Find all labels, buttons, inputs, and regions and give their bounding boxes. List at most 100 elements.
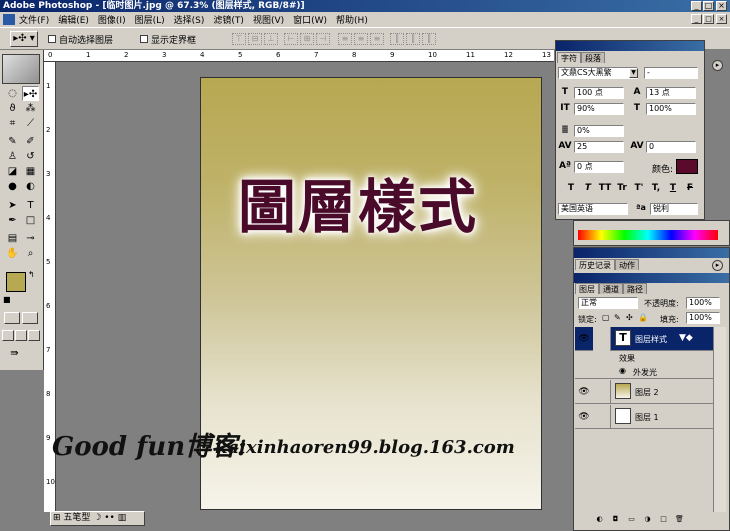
- screen-mode-standard-icon[interactable]: [2, 330, 14, 341]
- align-left-icon[interactable]: ⊢: [284, 33, 298, 45]
- maximize-button[interactable]: □: [703, 1, 714, 11]
- layer-name[interactable]: 图层 2: [635, 387, 659, 398]
- tab-paths[interactable]: 路径: [623, 283, 647, 294]
- chevron-down-icon[interactable]: ▼: [629, 68, 638, 78]
- superscript-button[interactable]: T': [632, 183, 646, 193]
- menu-image[interactable]: 图像(I): [98, 13, 126, 26]
- foreground-color-swatch[interactable]: [6, 272, 26, 292]
- quickmask-mode-icon[interactable]: [22, 312, 38, 324]
- clone-stamp-icon[interactable]: ♙: [4, 149, 21, 164]
- small-caps-button[interactable]: Tr: [615, 183, 629, 193]
- adobe-online-icon[interactable]: [2, 54, 40, 84]
- gradient-tool-icon[interactable]: ▦: [22, 164, 39, 179]
- fx-indicator-icon[interactable]: ▼◆: [679, 333, 693, 343]
- tab-actions[interactable]: 动作: [615, 259, 639, 270]
- eye-icon[interactable]: 👁: [576, 412, 592, 422]
- menu-file[interactable]: 文件(F): [19, 13, 49, 26]
- menu-layer[interactable]: 图层(L): [135, 13, 165, 26]
- delete-layer-icon[interactable]: 🗑: [674, 514, 685, 524]
- standard-mode-icon[interactable]: [4, 312, 20, 324]
- distribute-bottom-icon[interactable]: ≡: [370, 33, 384, 45]
- faux-bold-button[interactable]: T: [564, 183, 578, 193]
- show-bounds-checkbox[interactable]: [140, 35, 148, 43]
- default-colors-icon[interactable]: ■: [3, 295, 11, 304]
- layer-outer-glow-row[interactable]: ◉ 外发光: [575, 365, 713, 379]
- lock-position-icon[interactable]: ✣: [626, 313, 633, 322]
- layer-row-layer-style[interactable]: 👁 T 图层样式 ▼◆: [575, 327, 713, 351]
- character-panel-titlebar[interactable]: [556, 41, 704, 51]
- jump-to-imageready-icon[interactable]: ⇛: [6, 346, 23, 361]
- tab-history[interactable]: 历史记录: [575, 259, 615, 270]
- lock-transparency-icon[interactable]: ▢: [602, 313, 610, 322]
- screen-mode-full-icon[interactable]: [28, 330, 40, 341]
- screen-mode-full-menu-icon[interactable]: [15, 330, 27, 341]
- new-set-icon[interactable]: ▭: [626, 514, 637, 524]
- distribute-left-icon[interactable]: ║: [390, 33, 404, 45]
- baseline-shift-field[interactable]: 0 点: [574, 161, 624, 173]
- menu-window[interactable]: 窗口(W): [293, 13, 327, 26]
- lock-all-icon[interactable]: 🔒: [638, 313, 648, 322]
- eyedropper-icon[interactable]: ⊸: [22, 231, 39, 246]
- kerning-field[interactable]: 0: [646, 141, 696, 153]
- notes-tool-icon[interactable]: ▤: [4, 231, 21, 246]
- distribute-hcenter-icon[interactable]: ║: [406, 33, 420, 45]
- minimize-button[interactable]: _: [691, 1, 702, 11]
- all-caps-button[interactable]: TT: [598, 183, 612, 193]
- vertical-scale-field[interactable]: 90%: [574, 103, 624, 115]
- distribute-top-icon[interactable]: ≡: [338, 33, 352, 45]
- tab-layers[interactable]: 图层: [575, 283, 599, 294]
- menu-select[interactable]: 选择(S): [174, 13, 205, 26]
- doc-minimize-button[interactable]: _: [691, 14, 702, 24]
- leading-field[interactable]: 13 点: [646, 87, 696, 99]
- menu-view[interactable]: 视图(V): [253, 13, 284, 26]
- crop-tool-icon[interactable]: ⌗: [4, 116, 21, 131]
- brush-tool-icon[interactable]: ✐: [22, 134, 39, 149]
- font-size-field[interactable]: 100 点: [574, 87, 624, 99]
- layer-name[interactable]: 图层样式: [635, 334, 667, 345]
- distribute-right-icon[interactable]: ║: [422, 33, 436, 45]
- layer-row-layer-1[interactable]: 👁 图层 1: [575, 405, 713, 429]
- new-layer-icon[interactable]: □: [658, 514, 669, 524]
- underline-button[interactable]: T: [666, 183, 680, 193]
- menu-filter[interactable]: 滤镜(T): [213, 13, 244, 26]
- tab-character[interactable]: 字符: [557, 52, 581, 63]
- dodge-tool-icon[interactable]: ◐: [22, 179, 39, 194]
- layers-subtitlebar[interactable]: [574, 273, 729, 283]
- panel-menu-icon[interactable]: ▸: [712, 60, 723, 71]
- auto-select-checkbox[interactable]: [48, 35, 56, 43]
- marquee-tool-icon[interactable]: ◌: [4, 86, 21, 101]
- color-spectrum[interactable]: [578, 230, 718, 240]
- lock-pixels-icon[interactable]: ✎: [614, 313, 621, 322]
- lasso-tool-icon[interactable]: ϑ: [4, 101, 21, 116]
- align-hcenter-icon[interactable]: ⊞: [300, 33, 314, 45]
- effect-visibility-icon[interactable]: ◉: [619, 366, 626, 375]
- doc-close-button[interactable]: ×: [716, 14, 727, 24]
- align-top-icon[interactable]: ⊤: [232, 33, 246, 45]
- ime-statusbar[interactable]: ⊞ 五笔型 ☽ •• ▥: [50, 511, 145, 526]
- close-button[interactable]: ×: [716, 1, 727, 11]
- eye-icon[interactable]: 👁: [576, 387, 592, 397]
- healing-brush-icon[interactable]: ✎: [4, 134, 21, 149]
- layers-panel-titlebar[interactable]: [574, 248, 729, 258]
- layers-scrollbar[interactable]: [713, 327, 726, 512]
- path-select-icon[interactable]: ➤: [4, 198, 21, 213]
- horizontal-scale-field[interactable]: 100%: [646, 103, 696, 115]
- align-bottom-icon[interactable]: ⊥: [264, 33, 278, 45]
- zoom-tool-icon[interactable]: ⌕: [22, 246, 39, 261]
- panel-menu-icon[interactable]: ▸: [712, 260, 723, 271]
- layer-effects-row[interactable]: 效果: [575, 351, 713, 365]
- faux-italic-button[interactable]: T: [581, 183, 595, 193]
- add-mask-icon[interactable]: ◘: [610, 514, 621, 524]
- font-family-select[interactable]: 文鼎CS大黑繁: [558, 67, 638, 79]
- document-heading-text[interactable]: 圖層樣式: [238, 160, 478, 244]
- layer-style-icon[interactable]: ◐: [594, 514, 605, 524]
- layer-row-layer-2[interactable]: 👁 图层 2: [575, 380, 713, 404]
- magic-wand-icon[interactable]: ⁂: [22, 101, 39, 116]
- horizontal-ruler[interactable]: 0 1 2 3 4 5 6 7 8 9 10 11 12 13: [44, 50, 554, 62]
- link-cell[interactable]: [593, 327, 611, 351]
- tool-preset-picker[interactable]: ▸✣ ▾: [10, 31, 38, 47]
- align-vcenter-icon[interactable]: ⊟: [248, 33, 262, 45]
- shape-tool-icon[interactable]: □: [22, 213, 39, 228]
- eraser-tool-icon[interactable]: ◪: [4, 164, 21, 179]
- doc-restore-button[interactable]: □: [703, 14, 714, 24]
